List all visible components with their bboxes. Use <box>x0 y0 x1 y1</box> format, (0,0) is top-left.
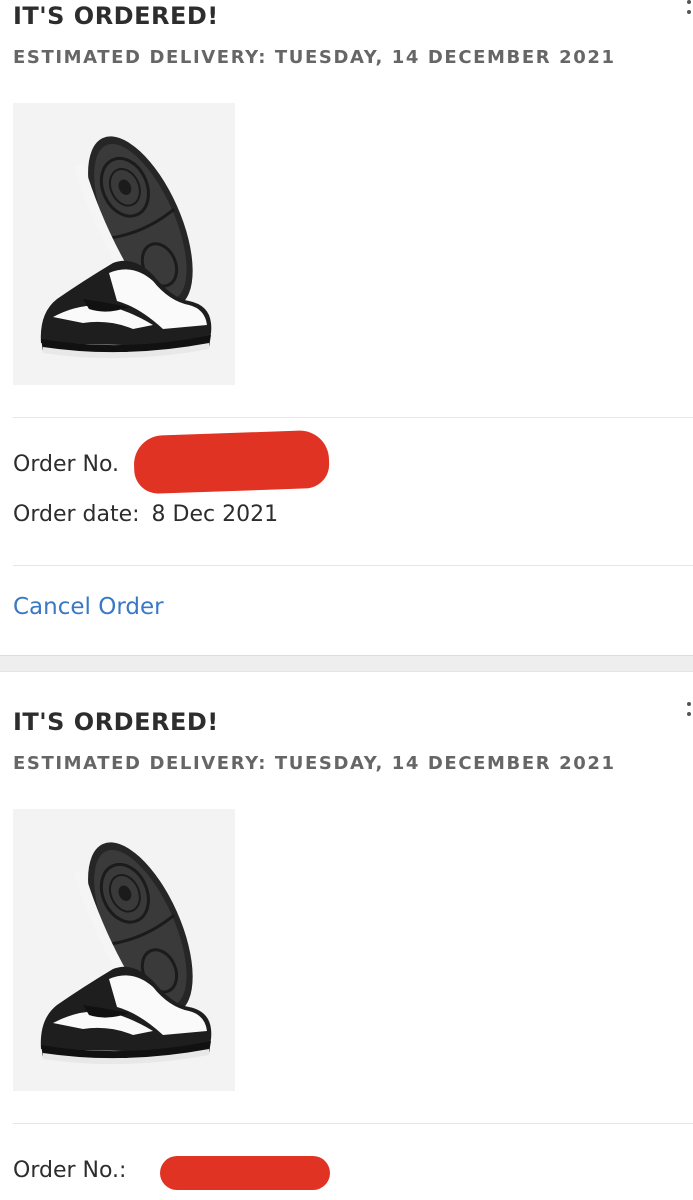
more-options-icon[interactable] <box>687 702 693 722</box>
estimated-delivery: ESTIMATED DELIVERY: TUESDAY, 14 DECEMBER… <box>13 47 616 68</box>
order-status-title: IT'S ORDERED! <box>13 708 219 736</box>
order-number-label: Order No. <box>13 452 120 477</box>
cancel-order-link[interactable]: Cancel Order <box>13 594 164 620</box>
order-date-value: 8 Dec 2021 <box>151 502 279 527</box>
order-card: IT'S ORDERED! ESTIMATED DELIVERY: TUESDA… <box>0 672 693 1200</box>
order-card: IT'S ORDERED! ESTIMATED DELIVERY: TUESDA… <box>0 0 693 655</box>
product-image[interactable] <box>13 809 235 1091</box>
section-divider <box>13 1123 693 1124</box>
order-number-row: Order No.: <box>13 1158 126 1183</box>
estimated-delivery: ESTIMATED DELIVERY: TUESDAY, 14 DECEMBER… <box>13 753 616 774</box>
orders-page: IT'S ORDERED! ESTIMATED DELIVERY: TUESDA… <box>0 0 693 1200</box>
order-number-row: Order No. <box>13 452 119 477</box>
order-date-row: Order date: 8 Dec 2021 <box>13 502 278 527</box>
sneaker-illustration <box>13 809 235 1091</box>
redacted-order-number <box>133 429 330 495</box>
product-image[interactable] <box>13 103 235 385</box>
card-separator <box>0 655 693 672</box>
sneaker-illustration <box>13 103 235 385</box>
order-date-label: Order date: <box>13 502 140 527</box>
order-status-title: IT'S ORDERED! <box>13 2 219 30</box>
more-options-icon[interactable] <box>687 0 693 20</box>
redacted-order-number <box>160 1156 330 1190</box>
section-divider <box>13 417 693 418</box>
order-number-label: Order No.: <box>13 1158 127 1183</box>
section-divider <box>13 565 693 566</box>
